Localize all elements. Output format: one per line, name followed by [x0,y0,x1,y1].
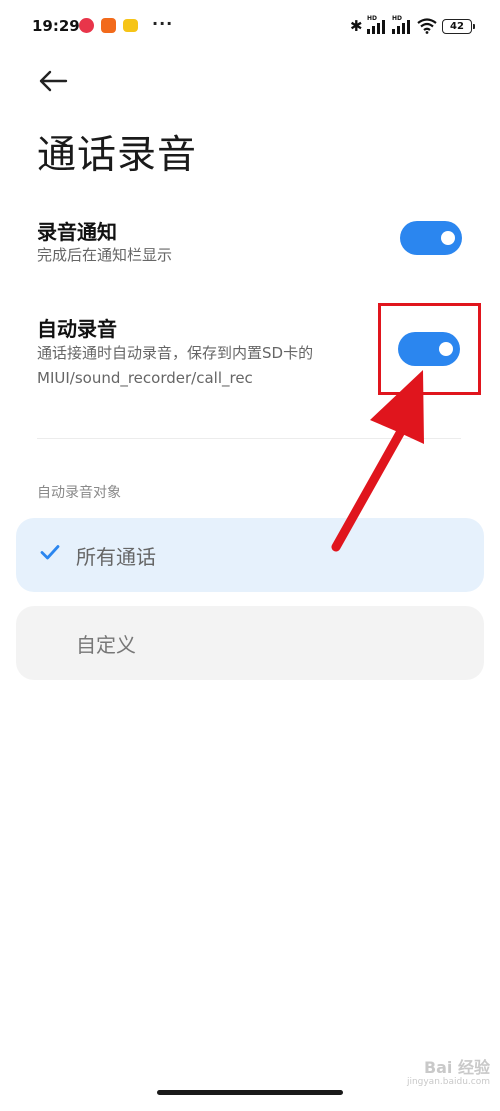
option-custom[interactable]: 自定义 [16,606,484,680]
option-label: 所有通话 [76,544,156,569]
app-notification-icon [101,18,116,33]
arrow-left-icon [39,70,68,92]
setting-title: 录音通知 [37,220,117,244]
app-notification-icon [79,18,94,33]
annotation-highlight-box [378,303,481,395]
option-label: 自定义 [76,632,136,657]
bluetooth-icon: ✱ [350,17,363,35]
battery-level: 42 [450,20,464,32]
watermark-line: jingyan.baidu.com [406,1077,490,1087]
toggle-knob [441,231,455,245]
check-icon [40,545,60,560]
wifi-icon [417,18,437,34]
section-label: 自动录音对象 [37,485,121,501]
watermark: Bai 经验 jingyan.baidu.com [407,1060,490,1090]
status-time: 19:29 [32,17,80,35]
signal-hd-label: HD [367,15,378,22]
back-button[interactable] [36,64,70,98]
setting-description: 完成后在通知栏显示 [37,246,173,264]
signal-icon: HD [392,15,412,34]
signal-icon: HD [367,15,387,34]
battery-icon: 42 [442,18,475,34]
setting-description: 通话接通时自动录音，保存到内置SD卡的 [37,344,314,362]
setting-description-path: MIUI/sound_recorder/call_rec [37,369,253,387]
more-notifications-icon: ··· [152,14,174,33]
signal-hd-label: HD [392,15,403,22]
status-bar: 19:29 ··· ✱ HD HD 42 [0,0,500,56]
setting-title: 自动录音 [37,317,117,341]
app-notification-icon [123,19,138,32]
recording-notification-toggle[interactable] [400,221,462,255]
divider [37,438,461,439]
option-all-calls[interactable]: 所有通话 [16,518,484,592]
page-title: 通话录音 [37,133,198,178]
watermark-line: Bai 经验 [423,1058,490,1077]
home-indicator[interactable] [157,1090,343,1095]
